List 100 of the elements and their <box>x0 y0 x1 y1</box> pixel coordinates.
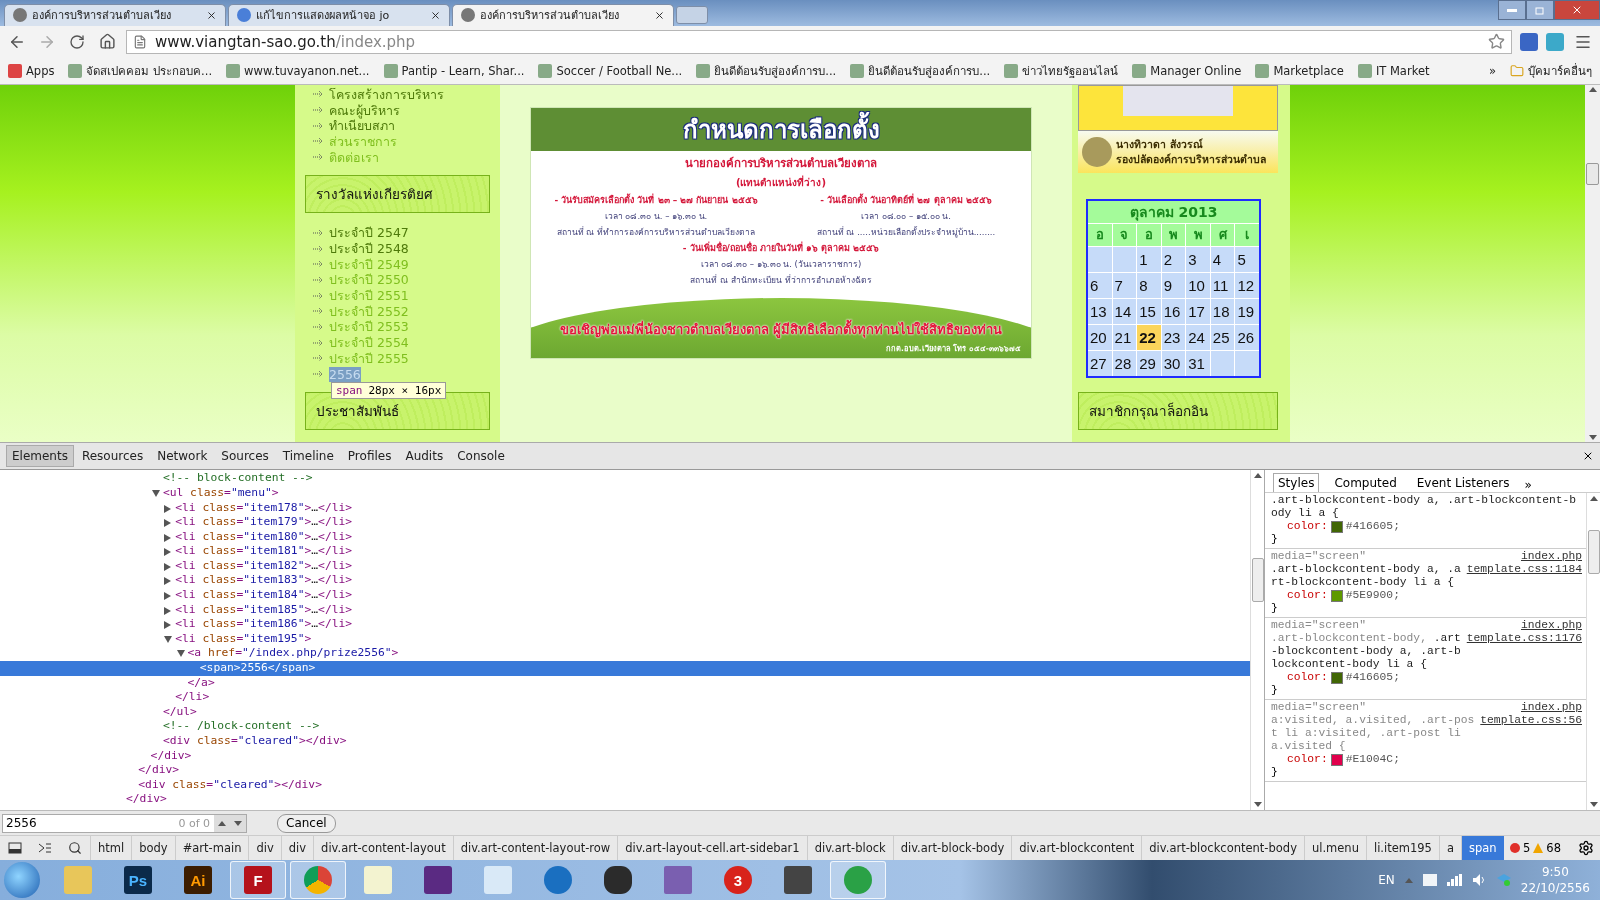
breadcrumb-item[interactable]: span <box>1461 836 1504 861</box>
taskbar-app[interactable]: Ps <box>110 861 166 900</box>
dom-node-line[interactable]: <li class="item182">…</li> <box>0 558 1250 574</box>
page-scrollbar[interactable] <box>1585 84 1600 443</box>
flag-icon[interactable] <box>1422 874 1437 887</box>
bookmark-item[interactable]: www.tuvayanon.net... <box>226 63 370 78</box>
dom-scrollbar[interactable] <box>1250 470 1264 811</box>
more-bookmarks-button[interactable]: » <box>1488 63 1496 78</box>
more-tabs-button[interactable]: » <box>1524 478 1532 493</box>
dom-node-line[interactable]: <ul class="menu"> <box>0 485 1250 501</box>
next-match-button[interactable] <box>230 814 246 832</box>
source-link[interactable]: template.css:56 <box>1480 714 1582 728</box>
calendar-day[interactable]: 8 <box>1137 272 1161 298</box>
puzzle-extension-icon[interactable] <box>1520 32 1538 51</box>
calendar-day[interactable]: 13 <box>1088 298 1112 324</box>
dom-node-line[interactable]: <li class="item186">…</li> <box>0 617 1250 632</box>
calendar-day[interactable]: 15 <box>1137 298 1161 324</box>
dom-node-line[interactable]: <li class="item181">…</li> <box>0 544 1250 559</box>
devtools-tab[interactable]: Elements <box>6 445 74 468</box>
expand-triangle-icon[interactable] <box>164 548 172 557</box>
taskbar-app[interactable]: Ai <box>170 861 226 900</box>
devtools-tab[interactable]: Resources <box>75 445 150 468</box>
devtools-tab[interactable]: Sources <box>215 445 275 468</box>
language-indicator[interactable]: EN <box>1378 873 1395 888</box>
source-link[interactable]: template.css:1184 <box>1466 563 1582 577</box>
dom-node-line[interactable]: <li class="item183">…</li> <box>0 573 1250 589</box>
close-icon[interactable] <box>206 9 217 21</box>
calendar-day[interactable]: 12 <box>1235 272 1259 298</box>
calendar-day[interactable]: 27 <box>1088 350 1112 376</box>
devtools-tab[interactable]: Timeline <box>276 445 340 468</box>
calendar-day[interactable]: 22 <box>1137 324 1161 350</box>
calendar-day[interactable]: 20 <box>1088 324 1112 350</box>
bookmark-item[interactable]: Manager Online <box>1132 63 1242 78</box>
expand-triangle-icon[interactable] <box>164 606 172 615</box>
styles-scrollbar[interactable] <box>1586 493 1600 811</box>
dom-node-line[interactable]: <li class="item180">…</li> <box>0 529 1250 545</box>
previous-match-button[interactable] <box>214 814 230 832</box>
color-swatch[interactable] <box>1330 520 1343 533</box>
styles-tab[interactable]: Event Listeners <box>1411 473 1515 493</box>
bookmark-item[interactable]: Pantip - Learn, Shar... <box>383 63 525 78</box>
expand-triangle-icon[interactable] <box>164 562 172 571</box>
devtools-tab[interactable]: Network <box>151 445 214 468</box>
speaker-icon[interactable] <box>1472 874 1487 887</box>
taskbar-app[interactable]: 3 <box>710 861 766 900</box>
source-link[interactable]: index.php <box>1521 550 1582 564</box>
calendar-day[interactable]: 31 <box>1186 350 1210 376</box>
close-icon[interactable] <box>654 9 665 21</box>
source-link[interactable]: template.css:1176 <box>1466 632 1582 646</box>
address-bar[interactable]: www.viangtan-sao.go.th/index.php <box>126 29 1512 54</box>
calendar-day[interactable]: 14 <box>1112 298 1137 324</box>
html-comment-line[interactable]: <!-- block-content --> <box>0 471 1250 486</box>
calendar-day[interactable]: 21 <box>1112 324 1137 350</box>
restore-button[interactable] <box>1526 0 1554 20</box>
bookmark-item[interactable]: ยินดีต้อนรับสู่องค์การบ... <box>696 61 837 80</box>
sidebar-menu-link[interactable]: คณะผู้บริหาร <box>329 102 400 118</box>
taskbar-app[interactable]: F <box>230 861 286 900</box>
calendar-day[interactable]: 9 <box>1161 272 1186 298</box>
calendar-day[interactable]: 16 <box>1161 298 1186 324</box>
calendar-day[interactable]: 28 <box>1112 350 1137 376</box>
dom-node-line[interactable]: <li class="item184">…</li> <box>0 588 1250 603</box>
calendar-day[interactable]: 10 <box>1186 272 1210 298</box>
sidebar-menu-link[interactable]: ประจำปี 2547 <box>329 225 409 241</box>
search-box[interactable]: 2556 0 of 0 <box>2 813 247 833</box>
styles-tab[interactable]: Computed <box>1329 473 1402 493</box>
calendar-day[interactable]: 1 <box>1137 246 1161 272</box>
other-bookmarks-folder[interactable]: บุ๊คมาร์คอื่นๆ <box>1510 61 1592 80</box>
calendar-day[interactable]: 26 <box>1235 324 1259 350</box>
bookmark-item[interactable]: IT Market <box>1357 63 1430 78</box>
close-icon[interactable] <box>430 9 441 21</box>
color-swatch[interactable] <box>1330 589 1343 602</box>
source-link[interactable]: index.php <box>1521 619 1582 633</box>
bookmark-item[interactable]: จัดสเปคคอม ประกอบค... <box>68 61 213 80</box>
calendar-day[interactable]: 25 <box>1210 324 1235 350</box>
calendar-day[interactable]: 29 <box>1137 350 1161 376</box>
settings-icon[interactable] <box>1578 840 1594 857</box>
calendar-day[interactable]: 19 <box>1235 298 1259 324</box>
star-icon[interactable] <box>1488 33 1505 51</box>
bookmark-item[interactable]: Soccer / Football Ne... <box>538 63 683 78</box>
calendar-day[interactable]: 4 <box>1210 246 1235 272</box>
taskbar-app[interactable] <box>290 861 346 900</box>
color-swatch[interactable] <box>1330 753 1343 766</box>
expand-triangle-icon[interactable] <box>164 533 172 542</box>
bookmark-item[interactable]: Apps <box>8 63 55 78</box>
expand-triangle-icon[interactable] <box>164 635 173 643</box>
calendar-day[interactable]: 30 <box>1161 350 1186 376</box>
devtools-tab[interactable]: Console <box>451 445 511 468</box>
dom-node-line[interactable]: <li class="item179">…</li> <box>0 515 1250 530</box>
sidebar-menu-link[interactable]: ทำเนียบสภา <box>329 118 395 134</box>
calendar-day[interactable]: 11 <box>1210 272 1235 298</box>
dom-node-line[interactable]: <li class="item195"> <box>0 631 1250 647</box>
sidebar-menu-link[interactable]: ประจำปี 2548 <box>329 241 409 256</box>
dom-node-line[interactable]: <li class="item185">…</li> <box>0 602 1250 618</box>
dom-node-line[interactable]: <li class="item178">…</li> <box>0 500 1250 516</box>
minimize-button[interactable] <box>1498 0 1526 20</box>
calendar-day[interactable]: 6 <box>1088 272 1112 298</box>
start-button[interactable] <box>4 862 40 899</box>
warning-count[interactable]: 68 <box>1546 841 1561 856</box>
expand-triangle-icon[interactable] <box>164 621 172 630</box>
dom-node-line[interactable]: <div class="cleared"></div> <box>0 734 1250 749</box>
browser-tab[interactable]: องค์การบริหารส่วนตำบลเวียง <box>452 3 674 26</box>
